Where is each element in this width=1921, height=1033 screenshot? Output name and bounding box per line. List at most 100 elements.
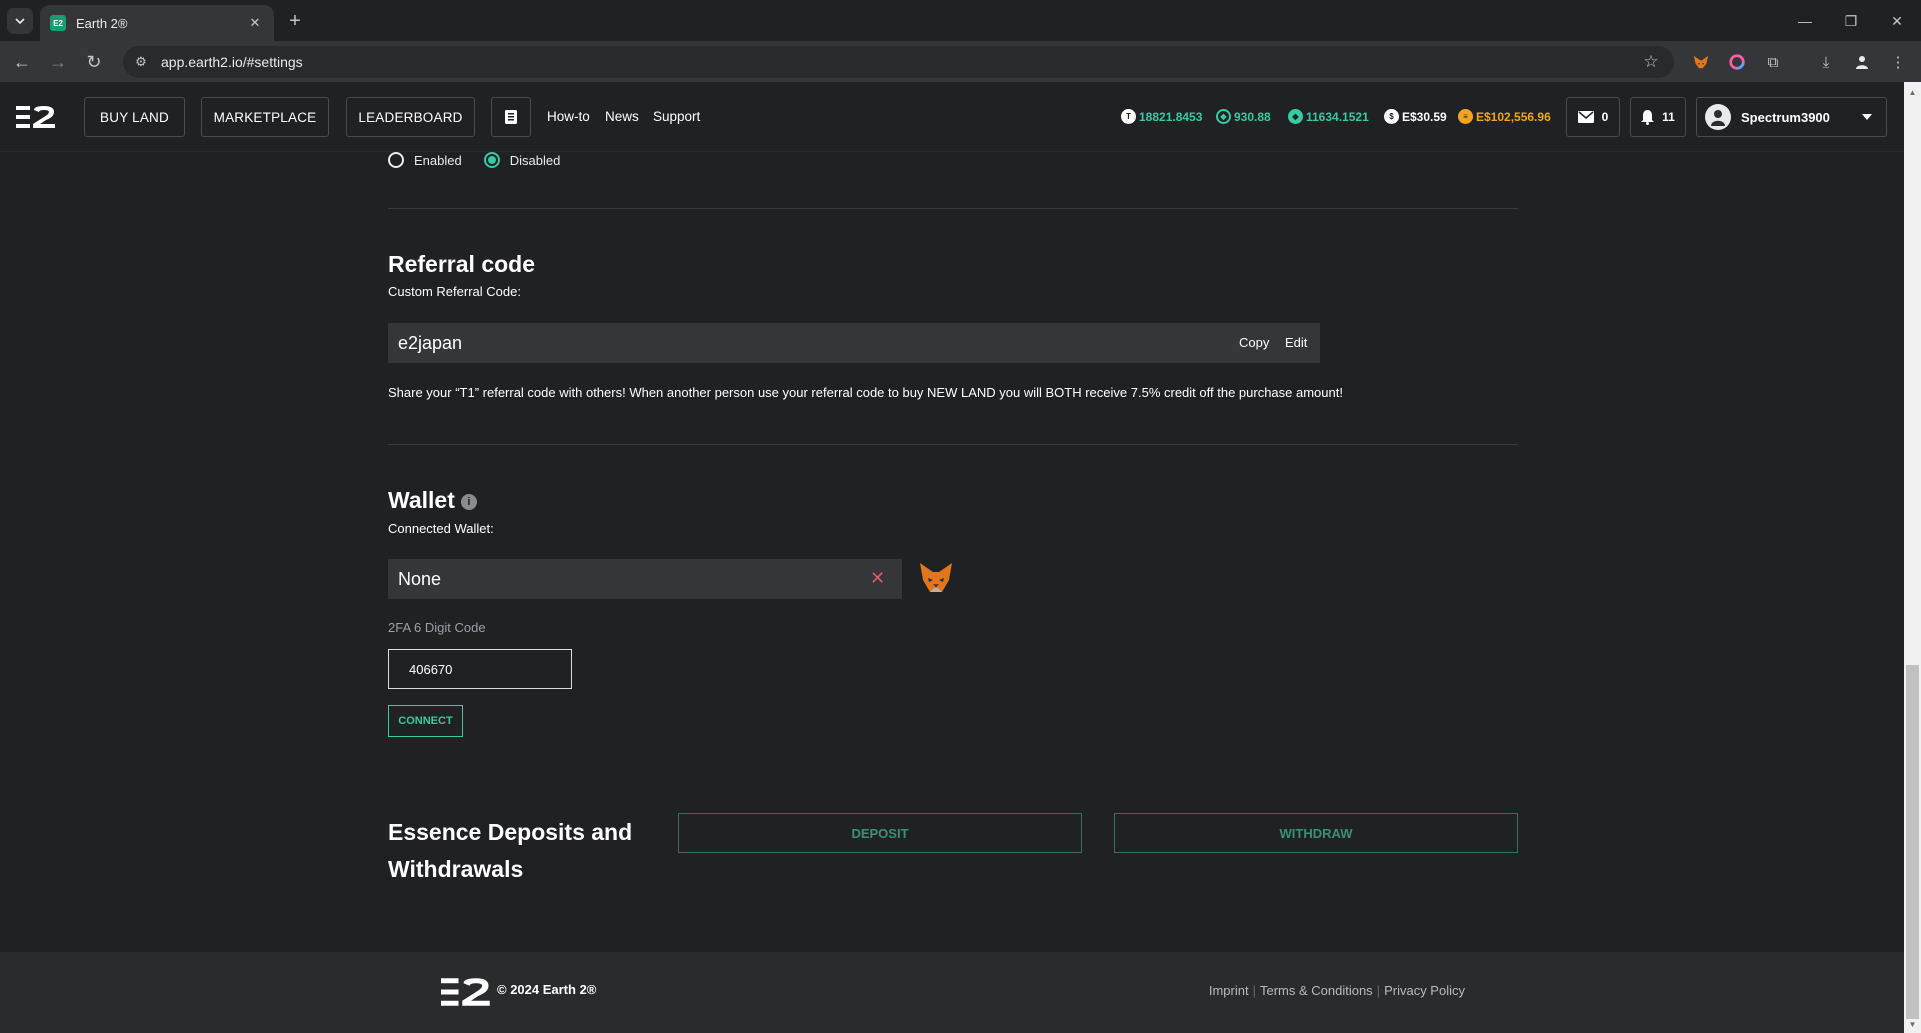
download-icon[interactable]: ⤓ [1815, 51, 1837, 73]
coin-icon: ≡ [1458, 109, 1473, 124]
wallet-value: None [398, 568, 442, 589]
mail-count: 0 [1601, 110, 1609, 124]
site-header: BUY LAND MARKETPLACE LEADERBOARD How-to … [0, 82, 1904, 152]
essence-stat[interactable]: ◆ 11634.1521 [1288, 109, 1369, 124]
gems-stat[interactable]: ◆ 930.88 [1216, 109, 1271, 124]
balance-value: E$102,556.96 [1476, 109, 1551, 124]
section-divider [388, 208, 1518, 209]
bell-icon [1641, 109, 1655, 125]
cash-value: E$30.59 [1402, 109, 1447, 124]
site-footer: © 2024 Earth 2® Imprint | Terms & Conditio… [0, 952, 1904, 1033]
mail-icon [1577, 111, 1594, 123]
balance-stat[interactable]: ≡ E$102,556.96 [1458, 109, 1551, 124]
bookmark-star-icon[interactable]: ☆ [1636, 52, 1666, 72]
color-extension-icon[interactable] [1726, 51, 1748, 73]
close-tab-icon[interactable]: ✕ [246, 15, 264, 31]
how-to-link[interactable]: How-to [547, 109, 590, 124]
info-icon[interactable]: i [460, 493, 477, 510]
forward-button[interactable]: → [44, 48, 72, 76]
radio-enabled[interactable] [388, 152, 404, 168]
withdraw-button[interactable]: WITHDRAW [1114, 813, 1518, 853]
essence-value: 11634.1521 [1306, 109, 1369, 124]
marketplace-button[interactable]: MARKETPLACE [201, 97, 329, 137]
leaderboard-button[interactable]: LEADERBOARD [346, 97, 475, 137]
copy-referral-button[interactable]: Copy [1239, 335, 1269, 350]
new-tab-button[interactable]: + [282, 8, 308, 34]
news-link[interactable]: News [605, 109, 639, 124]
terms-link[interactable]: Terms & Conditions [1260, 983, 1373, 998]
edit-referral-button[interactable]: Edit [1285, 335, 1307, 350]
radio-enabled-option[interactable]: Enabled [388, 152, 462, 168]
wallet-title: Wallet i [388, 487, 477, 514]
username: Spectrum3900 [1741, 109, 1830, 125]
tab-title: Earth 2® [76, 15, 128, 31]
gems-value: 930.88 [1234, 109, 1271, 124]
document-menu-button[interactable] [491, 97, 531, 137]
metamask-fox-icon[interactable] [918, 560, 954, 601]
document-icon [505, 110, 517, 124]
support-link[interactable]: Support [653, 109, 700, 124]
scrollbar-thumb[interactable] [1906, 665, 1919, 1019]
site-info-icon[interactable]: ⚙ [127, 48, 155, 76]
referral-code-field: e2japan Copy Edit [388, 323, 1320, 363]
earth2-favicon-icon: E2 [50, 15, 66, 31]
tab-search-button[interactable] [7, 8, 33, 34]
chevron-down-icon [15, 18, 25, 25]
radio-enabled-label: Enabled [414, 152, 462, 168]
messages-button[interactable]: 0 [1566, 97, 1620, 137]
tiles-stat[interactable]: T 18821.8453 [1121, 109, 1202, 124]
twofa-code-input[interactable] [388, 649, 572, 689]
scroll-down-arrow[interactable]: ▼ [1906, 1018, 1919, 1030]
referral-title: Referral code [388, 251, 536, 277]
essence-title-line2: Withdrawals [388, 856, 524, 882]
clear-wallet-icon[interactable]: ✕ [870, 568, 885, 589]
referral-code-value: e2japan [398, 332, 463, 353]
earth2-logo[interactable] [16, 106, 56, 133]
essence-title-line1: Essence Deposits and [388, 819, 633, 845]
scroll-up-arrow[interactable]: ▲ [1906, 86, 1919, 98]
toggle-radio-group: Enabled Disabled [388, 152, 560, 168]
browser-tab[interactable]: E2 Earth 2® ✕ [40, 5, 274, 41]
notifications-button[interactable]: 11 [1630, 97, 1686, 137]
extensions-puzzle-icon[interactable]: ⧉ [1762, 51, 1784, 73]
reload-button[interactable]: ↻ [80, 48, 108, 76]
section-divider [388, 444, 1518, 445]
footer-copyright: © 2024 Earth 2® [497, 982, 597, 997]
settings-page: Enabled Disabled Referral code Custom Re… [0, 152, 1904, 952]
imprint-link[interactable]: Imprint [1209, 983, 1249, 998]
footer-links: Imprint | Terms & Conditions | Privacy Polic… [1208, 983, 1465, 998]
twofa-label: 2FA 6 Digit Code [388, 620, 486, 635]
connect-wallet-button[interactable]: CONNECT [388, 705, 463, 737]
wallet-label: Connected Wallet: [388, 521, 494, 536]
essence-title: Essence Deposits and Withdrawals [388, 814, 632, 888]
footer-logo[interactable] [441, 978, 491, 1011]
connected-wallet-field: None ✕ [388, 559, 902, 599]
referral-description: Share your “T1” referral code with other… [388, 385, 1343, 400]
wallet-title-text: Wallet [388, 487, 455, 513]
metamask-extension-icon[interactable] [1690, 51, 1712, 73]
user-menu[interactable]: Spectrum3900 [1696, 97, 1887, 137]
browser-menu-icon[interactable]: ⋮ [1887, 51, 1909, 73]
caret-down-icon [1862, 114, 1872, 120]
cash-stat[interactable]: $ E$30.59 [1384, 109, 1447, 124]
close-window-button[interactable]: ✕ [1882, 8, 1912, 34]
radio-disabled-label: Disabled [509, 152, 561, 168]
deposit-button[interactable]: DEPOSIT [678, 813, 1082, 853]
dollar-icon: $ [1384, 109, 1399, 124]
referral-label: Custom Referral Code: [388, 284, 521, 299]
buy-land-button[interactable]: BUY LAND [84, 97, 185, 137]
minimize-button[interactable]: — [1790, 8, 1820, 34]
radio-disabled[interactable] [483, 152, 500, 168]
gem-icon: ◆ [1216, 109, 1231, 124]
browser-toolbar: ← → ↻ ⚙ app.earth2.io/#settings ☆ ⧉ ⤓ ⋮ [0, 41, 1921, 82]
notification-count: 11 [1662, 110, 1675, 124]
privacy-link[interactable]: Privacy Policy [1384, 983, 1465, 998]
restore-button[interactable]: ❐ [1836, 8, 1866, 34]
address-bar[interactable]: ⚙ app.earth2.io/#settings ☆ [123, 46, 1674, 78]
radio-disabled-option[interactable]: Disabled [483, 152, 561, 168]
url-text[interactable]: app.earth2.io/#settings [161, 54, 1636, 70]
back-button[interactable]: ← [8, 48, 36, 76]
browser-tabbar: E2 Earth 2® ✕ + — ❐ ✕ [0, 0, 1921, 41]
profile-icon[interactable] [1851, 51, 1873, 73]
avatar [1705, 104, 1731, 130]
